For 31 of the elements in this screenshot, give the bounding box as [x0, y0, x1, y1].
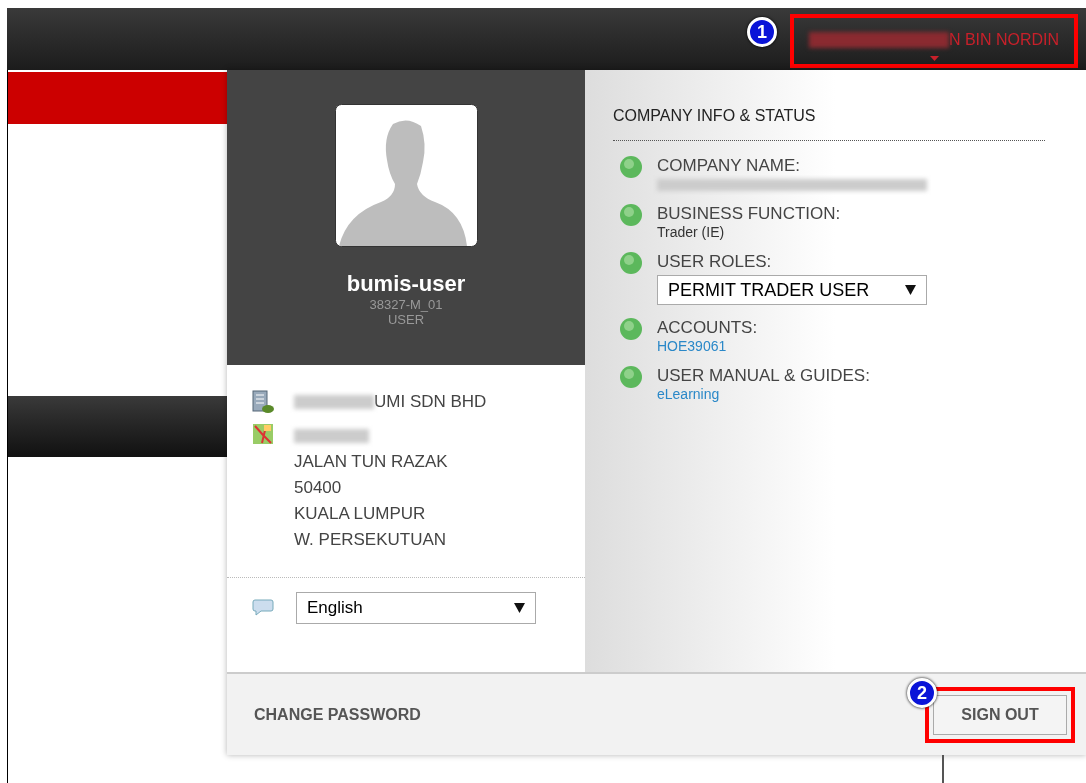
sign-out-button[interactable]: SIGN OUT: [933, 694, 1067, 735]
role-select[interactable]: PERMIT TRADER USER: [657, 275, 927, 305]
username: bumis-user: [346, 273, 466, 295]
address-line: JALAN TUN RAZAK: [294, 450, 448, 473]
field-label: COMPANY NAME:: [657, 155, 801, 177]
caret-icon: [929, 55, 939, 61]
status-dot-icon: [619, 317, 643, 341]
speech-bubble-icon: [252, 598, 274, 617]
map-icon: [252, 422, 274, 445]
status-dot-icon: [619, 155, 643, 179]
building-icon: [252, 389, 274, 414]
field-label: USER ROLES:: [657, 251, 773, 273]
address-line: 50400: [294, 476, 343, 499]
dropdown-arrow-icon: [905, 285, 916, 295]
field-label: USER MANUAL & GUIDES:: [657, 365, 870, 387]
user-role: USER: [387, 313, 425, 326]
step-number-badge: 2: [907, 678, 937, 708]
section-title: COMPANY INFO & STATUS: [613, 104, 1045, 141]
status-dot-icon: [619, 365, 643, 389]
address-line: KUALA LUMPUR: [294, 502, 427, 525]
field-value: Trader (IE): [657, 225, 726, 239]
company-name: UMI SDN BHD: [374, 391, 487, 413]
field-label: BUSINESS FUNCTION:: [657, 203, 841, 225]
change-password-link[interactable]: CHANGE PASSWORD: [254, 702, 421, 727]
status-dot-icon: [619, 203, 643, 227]
address-line: W. PERSEKUTUAN: [294, 528, 448, 551]
status-dot-icon: [619, 251, 643, 275]
dropdown-arrow-icon: [514, 602, 525, 613]
user-id: 38327-M_01: [369, 298, 443, 311]
field-label: ACCOUNTS:: [657, 317, 758, 339]
language-select[interactable]: English: [296, 591, 536, 624]
